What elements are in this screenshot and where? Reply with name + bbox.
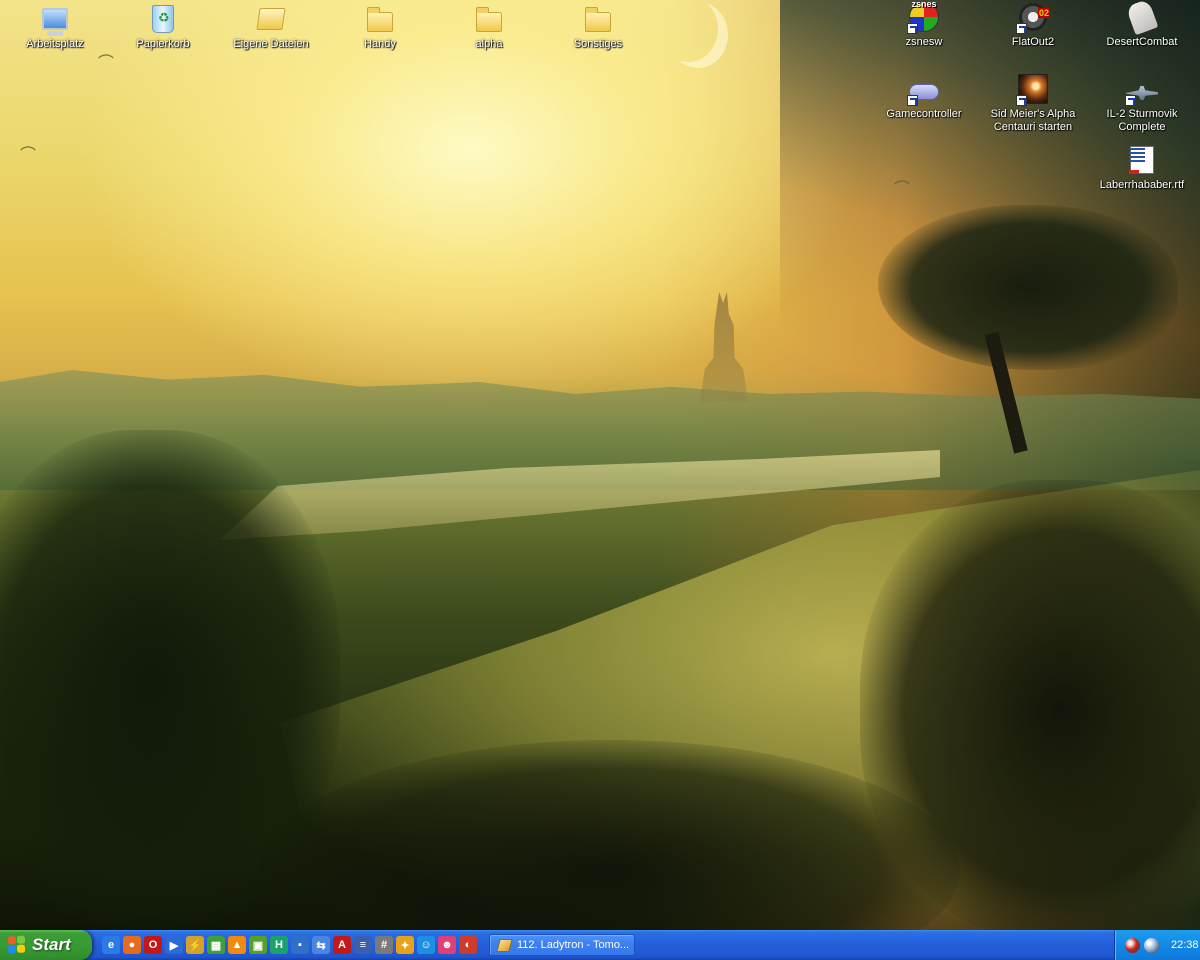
folder-icon <box>476 12 502 32</box>
desktop-icon-label: Sid Meier's Alpha Centauri starten <box>990 108 1076 133</box>
wallpaper-castle <box>700 292 748 402</box>
media-player-icon[interactable]: ▶ <box>165 936 183 954</box>
shortcut-arrow-icon <box>1016 95 1027 106</box>
wallpaper-moon <box>668 2 728 68</box>
tray-speaker-icon[interactable] <box>1144 937 1159 953</box>
quick-launch-bar: e ● O ▶ ⚡ ▦ ▲ ▣ H ▪ ⇆ A ≡ # ✦ ☺ ☻ ◐ <box>92 930 477 960</box>
windows-logo-icon <box>8 935 26 954</box>
network-icon[interactable]: ▪ <box>291 936 309 954</box>
desktop-icon-label: FlatOut2 <box>1011 36 1055 48</box>
desktop-icon-il2-sturmovik[interactable]: IL-2 Sturmovik Complete <box>1096 72 1188 134</box>
desktop-icon-label: DesertCombat <box>1106 36 1178 48</box>
shortcut-arrow-icon <box>907 95 918 106</box>
desktop-icon-label: alpha <box>475 38 503 50</box>
desktop-icon-sonstiges[interactable]: Sonstiges <box>552 2 644 51</box>
desktop-icon-eigene-dateien[interactable]: Eigene Dateien <box>225 2 317 51</box>
chat-icon[interactable]: ☻ <box>438 936 456 954</box>
shortcut-arrow-icon <box>1016 23 1027 34</box>
app-h-icon[interactable]: H <box>270 936 288 954</box>
wallpaper-bird: ⌒ <box>20 147 37 164</box>
tool-icon[interactable]: ◐ <box>459 936 477 954</box>
text-editor-icon[interactable]: ≡ <box>354 936 372 954</box>
vlc-icon[interactable]: ▲ <box>228 936 246 954</box>
shortcut-arrow-icon <box>907 23 918 34</box>
acrobat-icon[interactable]: A <box>333 936 351 954</box>
desertcombat-icon <box>1125 0 1159 36</box>
taskbar: Start e ● O ▶ ⚡ ▦ ▲ ▣ H ▪ ⇆ A ≡ # ✦ ☺ ☻ ◐ 112. Ladytron -… <box>0 930 1200 960</box>
my-computer-icon <box>42 8 68 30</box>
desktop-icon-arbeitsplatz[interactable]: Arbeitsplatz <box>9 2 101 51</box>
zsnes-logo-text: zsnes <box>911 0 937 9</box>
desktop-wallpaper: ⌒ ⌒ ⌒ <box>0 0 1200 930</box>
desktop-icon-label: Arbeitsplatz <box>26 38 84 50</box>
desktop-icon-label: IL-2 Sturmovik Complete <box>1106 108 1178 133</box>
desktop-icon-label: Papierkorb <box>136 38 190 50</box>
start-button-label: Start <box>32 935 71 954</box>
flatout2-badge: 02 <box>1037 8 1050 18</box>
desktop-icon-label: Handy <box>364 38 396 50</box>
start-button[interactable]: Start <box>0 930 92 960</box>
desktop-icon-desertcombat[interactable]: DesertCombat <box>1096 0 1188 49</box>
system-tray: 22:38 <box>1114 930 1200 960</box>
desktop-icon-alpha[interactable]: alpha <box>443 2 535 51</box>
clock[interactable]: 22:38 <box>1171 939 1199 951</box>
tray-app-red-icon[interactable] <box>1125 937 1140 953</box>
winamp-icon[interactable]: ⚡ <box>186 936 204 954</box>
wallpaper-bird: ⌒ <box>894 181 911 198</box>
picture-viewer-icon[interactable]: ▣ <box>249 936 267 954</box>
taskbar-button-media-player[interactable]: 112. Ladytron - Tomo... <box>489 934 635 956</box>
winamp-icon <box>496 938 513 952</box>
desktop-icon-label: Laberrhababer.rtf <box>1099 179 1185 191</box>
desktop-icon-laberrhababer-rtf[interactable]: Laberrhababer.rtf <box>1096 143 1188 192</box>
taskbar-button-label: 112. Ladytron - Tomo... <box>517 939 630 951</box>
image-editor-icon[interactable]: ▦ <box>207 936 225 954</box>
my-documents-icon <box>256 8 286 30</box>
desktop-icon-label: Gamecontroller <box>886 108 962 120</box>
folder-icon <box>367 12 393 32</box>
desktop-icon-label: Eigene Dateien <box>233 38 309 50</box>
desktop-icon-handy[interactable]: Handy <box>334 2 426 51</box>
desktop-icon-gamecontroller[interactable]: Gamecontroller <box>878 72 970 121</box>
desktop-icon-label: Sonstiges <box>573 38 623 50</box>
opera-icon[interactable]: O <box>144 936 162 954</box>
shortcut-arrow-icon <box>1125 95 1136 106</box>
recycle-bin-icon <box>152 5 174 33</box>
wallpaper-bird: ⌒ <box>98 55 115 72</box>
messenger-icon[interactable]: ☺ <box>417 936 435 954</box>
desktop-icon-flatout2[interactable]: 02 FlatOut2 <box>987 0 1079 49</box>
calculator-icon[interactable]: # <box>375 936 393 954</box>
desktop-icon-papierkorb[interactable]: Papierkorb <box>117 2 209 51</box>
desktop-icon-alpha-centauri[interactable]: Sid Meier's Alpha Centauri starten <box>987 72 1079 134</box>
folder-icon <box>585 12 611 32</box>
settings-gear-icon[interactable]: ✦ <box>396 936 414 954</box>
internet-explorer-icon[interactable]: e <box>102 936 120 954</box>
desktop-icon-zsnesw[interactable]: zsnes zsnesw <box>878 0 970 49</box>
file-transfer-icon[interactable]: ⇆ <box>312 936 330 954</box>
rtf-document-icon <box>1130 146 1154 174</box>
desktop-icon-label: zsnesw <box>905 36 943 48</box>
firefox-icon[interactable]: ● <box>123 936 141 954</box>
